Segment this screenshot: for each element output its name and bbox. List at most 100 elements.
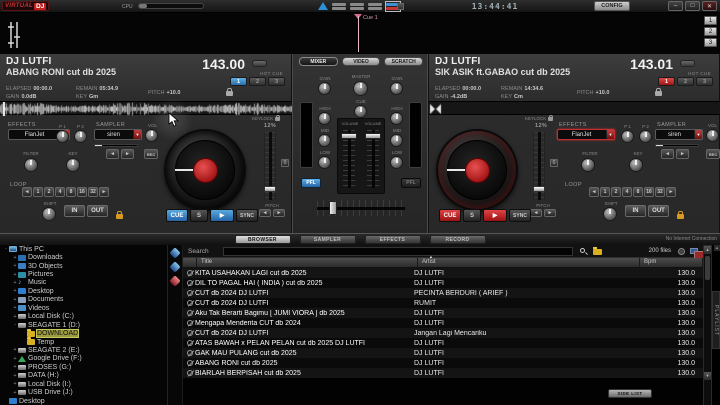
loop-32-button[interactable]: 32 <box>88 187 98 197</box>
folder-icon[interactable] <box>593 249 602 255</box>
sampler-dropdown-icon[interactable]: ▼ <box>694 130 702 139</box>
loop-4-button[interactable]: 4 <box>55 187 65 197</box>
search-input[interactable] <box>223 247 573 256</box>
tracklist-scrollbar[interactable]: ▲ ▼ <box>703 245 712 405</box>
rhythm-zoom-3[interactable]: 3 <box>704 38 717 47</box>
table-row[interactable]: CUT db 2024 DJ LUTFIPECINTA BERDURI ( AR… <box>183 288 703 298</box>
mixer-tab-mixer[interactable]: MIXER <box>299 57 338 66</box>
effect-param1-knob[interactable] <box>56 130 69 143</box>
play-button[interactable]: ▶ <box>483 209 507 222</box>
cue-button[interactable]: CUE <box>439 209 461 222</box>
loop-8-button[interactable]: 8 <box>66 187 76 197</box>
rhythm-zoom-2[interactable]: 2 <box>704 27 717 36</box>
sampler-next-button[interactable]: ► <box>121 149 134 159</box>
sidebar-item-pictures[interactable]: +Pictures <box>0 270 167 278</box>
volume-fader-left[interactable] <box>343 130 355 188</box>
stutter-button[interactable]: S <box>190 209 208 222</box>
loop-half-button[interactable]: ◄ <box>22 187 32 197</box>
mixer-gain-knob-left[interactable] <box>318 82 331 95</box>
loop-double-button[interactable]: ► <box>666 187 676 197</box>
loop-2-button[interactable]: 2 <box>44 187 54 197</box>
database-icon[interactable] <box>169 247 180 258</box>
column-bpm[interactable]: Bpm <box>640 258 703 267</box>
sidebar-item-temp[interactable]: Temp <box>0 338 167 346</box>
effect-param2-knob[interactable] <box>639 130 652 143</box>
sidebar-item-music[interactable]: +♪Music <box>0 279 167 287</box>
sidebar-item-downloads[interactable]: +Downloads <box>0 253 167 261</box>
side-list-button[interactable]: SIDE LIST <box>608 389 652 398</box>
play-button[interactable]: ▶ <box>210 209 234 222</box>
effect-param1-knob[interactable] <box>621 130 634 143</box>
layout-icon-2[interactable] <box>350 2 364 11</box>
pitch-bend-minus-button[interactable]: ◄ <box>530 209 542 217</box>
sidebar-item-videos[interactable]: +Videos <box>0 304 167 312</box>
table-row[interactable]: GAK MAU PULANG cut db 2025DJ LUTFI130.0 <box>183 348 703 358</box>
pitch-lock-icon[interactable] <box>226 91 233 96</box>
mixer-mid-knob-left[interactable] <box>318 134 331 147</box>
loop-16-button[interactable]: 16 <box>644 187 654 197</box>
deck-left-pitch-slider[interactable] <box>264 132 276 200</box>
screens-icon[interactable] <box>690 248 698 254</box>
loop-32-button[interactable]: 32 <box>655 187 665 197</box>
loop-out-button[interactable]: OUT <box>648 205 669 217</box>
sampler-select[interactable]: siren ▼ <box>655 129 703 140</box>
loop-8-button[interactable]: 8 <box>633 187 643 197</box>
browser-tab-record[interactable]: RECORD <box>430 235 486 244</box>
sidebar-item-desktop[interactable]: Desktop <box>0 397 167 405</box>
sidebar-item-3d-objects[interactable]: +3D Objects <box>0 262 167 270</box>
mixer-mid-knob-right[interactable] <box>390 134 403 147</box>
pitch-bend-plus-button[interactable]: ► <box>544 209 556 217</box>
mixer-low-knob-right[interactable] <box>390 156 403 169</box>
table-row[interactable]: CUT db 2024 DJ LUTFIRUMIT130.0 <box>183 298 703 308</box>
table-row[interactable]: Aku Tak Berarti Bagimu [ JUMI VIORA ] db… <box>183 308 703 318</box>
loop-4-button[interactable]: 4 <box>622 187 632 197</box>
key-knob[interactable] <box>66 158 80 172</box>
minimize-button[interactable]: – <box>668 1 683 11</box>
loop-2-button[interactable]: 2 <box>611 187 621 197</box>
pitch-bend-plus-button[interactable]: ► <box>273 209 285 217</box>
deck-right-song-overview[interactable] <box>429 101 720 115</box>
sidebar-item-this-pc[interactable]: -This PC <box>0 245 167 253</box>
pitch-lock-icon[interactable] <box>655 91 662 96</box>
table-row[interactable]: Mengapa Menderita CUT db 2024DJ LUTFI130… <box>183 318 703 328</box>
sidebar-item-download[interactable]: DOWNLOAD <box>0 329 167 337</box>
sync-button[interactable]: SYNC <box>236 209 258 222</box>
sidebar-item-documents[interactable]: +Documents <box>0 296 167 304</box>
sampler-prev-button[interactable]: ◄ <box>661 149 674 159</box>
pitch-bend-minus-button[interactable]: ◄ <box>259 209 271 217</box>
column-title[interactable]: Title <box>197 258 418 267</box>
close-button[interactable]: ✕ <box>702 1 717 11</box>
hot-cue-button-1[interactable]: 1 <box>230 77 247 86</box>
mixer-high-knob-right[interactable] <box>390 112 403 125</box>
deck-left-song-overview[interactable] <box>0 101 292 115</box>
sampler-dropdown-icon[interactable]: ▼ <box>133 130 141 139</box>
maximize-button[interactable]: □ <box>685 1 700 11</box>
pitch-range[interactable]: 12% <box>264 123 276 129</box>
config-button[interactable]: CONFIG <box>594 1 630 11</box>
volume-fader-right[interactable] <box>367 130 379 188</box>
sidebar-item-data-h-[interactable]: +DATA (H:) <box>0 372 167 380</box>
loop-1-button[interactable]: 1 <box>33 187 43 197</box>
pfl-button-left[interactable]: PFL <box>301 178 321 188</box>
rhythm-zoom-1[interactable]: 1 <box>704 16 717 25</box>
history-icon[interactable] <box>169 275 180 286</box>
pitch-slider-handle[interactable] <box>533 186 545 192</box>
table-row[interactable]: BIARLAH BERPISAH cut db 2025DJ LUTFI130.… <box>183 368 703 378</box>
deck-left-bpm-edit-button[interactable] <box>252 60 267 67</box>
sidebar-item-seagate-1-d-[interactable]: -SEAGATE 1 (D:) <box>0 321 167 329</box>
sidebar-item-desktop[interactable]: +Desktop <box>0 287 167 295</box>
pitch-zero-button[interactable]: 0 <box>281 159 289 167</box>
master-volume-knob[interactable] <box>353 81 368 96</box>
scroll-down-icon[interactable]: ▼ <box>704 372 711 380</box>
loop-1-button[interactable]: 1 <box>600 187 610 197</box>
sidebar-item-proses-g-[interactable]: +PROSES (G:) <box>0 363 167 371</box>
deck-right-jogwheel[interactable] <box>436 129 518 211</box>
playlist-side-tab[interactable]: PLAYLIST <box>712 291 720 349</box>
sampler-rec-button[interactable]: REC <box>144 149 158 159</box>
column-artist[interactable]: Artist <box>418 258 640 267</box>
genres-icon[interactable] <box>169 261 180 272</box>
mixer-tab-video[interactable]: VIDEO <box>342 57 381 66</box>
deck-right-bpm-edit-button[interactable] <box>680 60 695 67</box>
browser-tab-effects[interactable]: EFFECTS <box>365 235 421 244</box>
loop-in-button[interactable]: IN <box>625 205 646 217</box>
